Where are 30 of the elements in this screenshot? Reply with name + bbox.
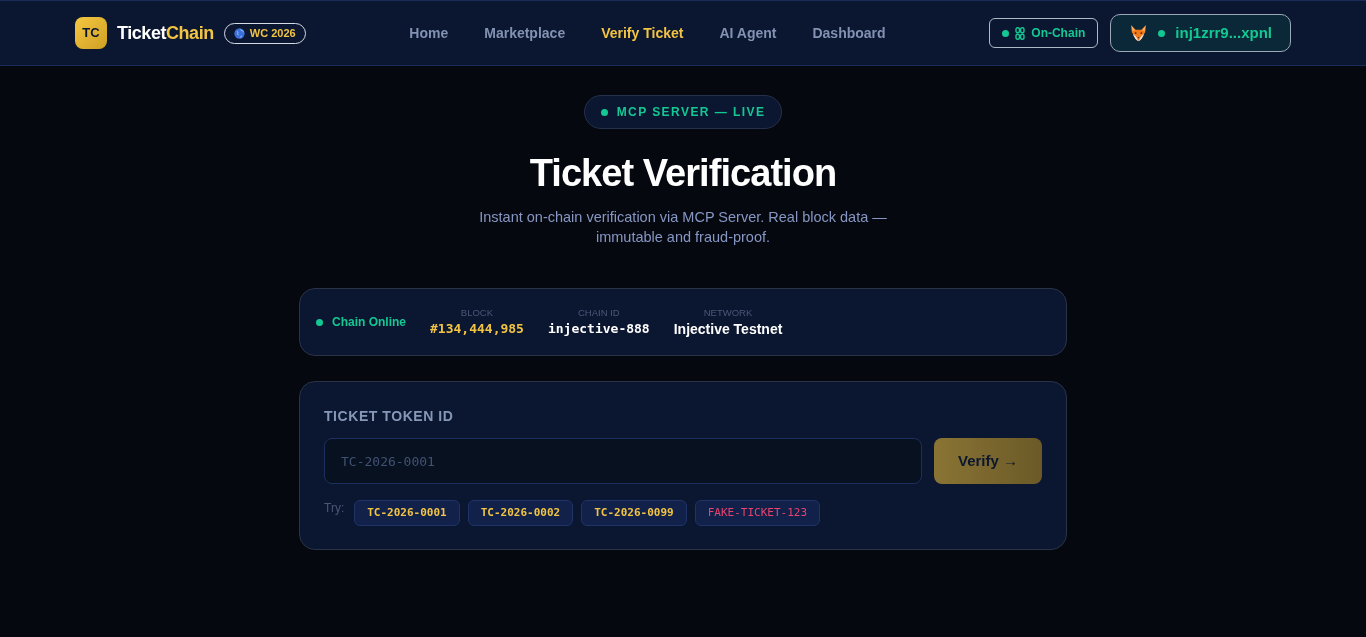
page-subtitle: Instant on-chain verification via MCP Server. Real block data — immutable and fraud-proof. bbox=[478, 208, 888, 247]
sample-ticket-chip[interactable]: TC-2026-0001 bbox=[354, 500, 460, 526]
stat-value: #134,444,985 bbox=[430, 319, 524, 338]
sample-ticket-chip[interactable]: TC-2026-0002 bbox=[467, 500, 574, 526]
token-id-label: TICKET TOKEN ID bbox=[324, 408, 455, 424]
chain-link-icon bbox=[1015, 26, 1026, 40]
on-chain-label: On-Chain bbox=[1031, 25, 1086, 42]
stat-value: Injective Testnet bbox=[673, 319, 783, 339]
sample-ticket-chip[interactable]: TC-2026-0099 bbox=[581, 500, 687, 526]
stat-label: BLOCK bbox=[460, 305, 494, 319]
nav-link[interactable]: Verify Ticket bbox=[601, 22, 684, 44]
nav-link[interactable]: Marketplace bbox=[484, 22, 566, 44]
token-id-input[interactable]: TC-2026-0001 bbox=[324, 438, 922, 484]
wallet-button[interactable]: inj1zrr9...xpnl bbox=[1110, 14, 1291, 52]
stat-label: NETWORK bbox=[703, 305, 753, 319]
stat-label: CHAIN ID bbox=[577, 305, 620, 319]
nav-link[interactable]: Home bbox=[409, 22, 449, 44]
event-badge-label: WC 2026 bbox=[249, 25, 296, 41]
chain-status-label: Chain Online bbox=[332, 314, 406, 331]
brand-name: TicketChain bbox=[117, 21, 214, 45]
fox-icon bbox=[1129, 24, 1149, 42]
sample-ticket-chip[interactable]: FAKE-TICKET-123 bbox=[694, 500, 820, 526]
mcp-status-label: MCP SERVER — LIVE bbox=[616, 104, 766, 121]
stat-value: injective-888 bbox=[547, 319, 650, 338]
nav-link[interactable]: AI Agent bbox=[719, 22, 777, 44]
try-label: Try: bbox=[324, 500, 345, 516]
nav-link[interactable]: Dashboard bbox=[812, 22, 886, 44]
globe-icon bbox=[233, 27, 245, 39]
page-title: Ticket Verification bbox=[529, 151, 837, 195]
logo-tile[interactable]: TC bbox=[75, 17, 107, 49]
